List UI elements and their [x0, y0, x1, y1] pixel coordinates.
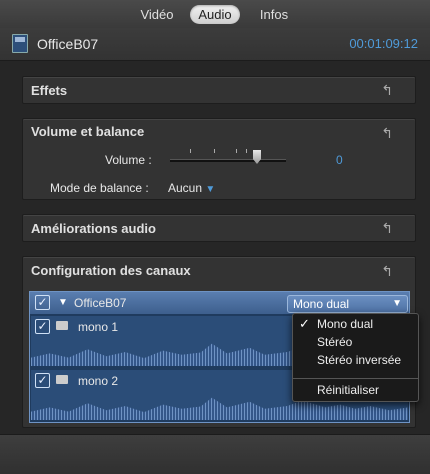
section-header[interactable]: Configuration des canaux ↰	[23, 257, 415, 287]
section-audio-enhancements[interactable]: Améliorations audio ↰	[22, 214, 416, 242]
volume-value[interactable]: 0	[336, 153, 343, 167]
slider-tick	[246, 149, 247, 153]
audio-component-icon	[56, 375, 68, 384]
menu-item-reset[interactable]: Réinitialiser	[317, 383, 379, 397]
clip-title: OfficeB07	[37, 36, 99, 52]
reset-icon[interactable]: ↰	[381, 220, 393, 237]
channel-mode-menu: ✓ Mono dual Stéréo Stéréo inversée Réini…	[292, 313, 419, 402]
section-header[interactable]: Améliorations audio ↰	[23, 215, 415, 245]
channel-clip-name: OfficeB07	[74, 296, 127, 310]
slider-tick	[236, 149, 237, 153]
reset-icon[interactable]: ↰	[381, 263, 393, 280]
section-header[interactable]: Effets ↰	[23, 77, 415, 107]
slider-tick	[190, 149, 191, 153]
clip-header: OfficeB07 00:01:09:12	[0, 28, 430, 61]
chevron-down-icon: ▼	[205, 184, 216, 195]
volume-slider-track[interactable]	[170, 159, 286, 162]
channel-mode-value: Mono dual	[293, 297, 350, 311]
balance-mode-value: Aucun	[168, 181, 203, 195]
disclosure-triangle-icon[interactable]: ▼	[58, 297, 68, 308]
section-effects[interactable]: Effets ↰	[22, 76, 416, 104]
menu-item-mono-dual[interactable]: Mono dual	[317, 317, 373, 331]
clip-icon	[12, 34, 28, 53]
reset-icon[interactable]: ↰	[381, 82, 393, 99]
reset-icon[interactable]: ↰	[381, 125, 393, 142]
lane-enable-checkbox[interactable]: ✓	[35, 373, 50, 388]
inspector-footer	[0, 434, 430, 474]
audio-component-icon	[56, 321, 68, 330]
section-title: Effets	[31, 83, 68, 98]
inspector-tab-bar: Vidéo Audio Infos	[0, 0, 430, 29]
section-title: Volume et balance	[31, 124, 145, 139]
menu-separator	[293, 378, 418, 379]
chevron-down-icon: ▼	[392, 298, 402, 309]
tab-infos[interactable]: Infos	[252, 5, 296, 24]
slider-tick	[214, 149, 215, 153]
volume-label: Volume :	[105, 153, 152, 167]
clip-enable-checkbox[interactable]: ✓	[35, 295, 50, 310]
section-title: Configuration des canaux	[31, 263, 191, 278]
balance-mode-select[interactable]: Aucun ▼	[168, 181, 215, 195]
lane-enable-checkbox[interactable]: ✓	[35, 319, 50, 334]
balance-mode-label: Mode de balance :	[50, 181, 149, 195]
section-title: Améliorations audio	[31, 221, 156, 236]
channel-mode-dropdown[interactable]: Mono dual ▼	[287, 295, 408, 313]
menu-item-stereo[interactable]: Stéréo	[317, 335, 352, 349]
tab-video[interactable]: Vidéo	[133, 5, 181, 24]
timecode: 00:01:09:12	[349, 36, 418, 51]
menu-item-stereo-inversed[interactable]: Stéréo inversée	[317, 353, 401, 367]
checkmark-icon: ✓	[299, 316, 310, 331]
section-header[interactable]: Volume et balance ↰	[23, 119, 415, 149]
lane-label: mono 2	[78, 374, 119, 388]
lane-label: mono 1	[78, 320, 119, 334]
tab-audio[interactable]: Audio	[190, 5, 240, 24]
